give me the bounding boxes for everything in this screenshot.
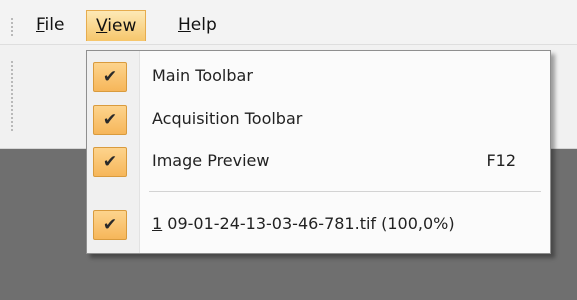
toolbar-grip[interactable] bbox=[11, 61, 13, 131]
menu-help-label: elp bbox=[190, 15, 217, 35]
menu-file-label: ile bbox=[44, 15, 65, 35]
menu-help[interactable]: Help bbox=[169, 10, 226, 40]
menu-item-image-preview[interactable]: ✔ Image Preview F12 bbox=[87, 144, 550, 178]
menu-view[interactable]: View bbox=[86, 10, 147, 41]
menu-view-mnemonic: V bbox=[96, 16, 108, 36]
recent-mnemonic: 1 bbox=[152, 214, 163, 233]
checkmark-icon: ✔ bbox=[93, 210, 127, 240]
menu-item-acquisition-toolbar[interactable]: ✔ Acquisition Toolbar bbox=[87, 102, 550, 136]
recent-filename: 09-01-24-13-03-46-781.tif (100,0%) bbox=[162, 214, 455, 233]
checkmark-icon: ✔ bbox=[93, 105, 127, 135]
menu-item-label: Main Toolbar bbox=[152, 66, 253, 85]
menubar-grip[interactable] bbox=[11, 18, 13, 38]
menu-item-label: 1 09-01-24-13-03-46-781.tif (100,0%) bbox=[152, 213, 455, 235]
menu-view-label: iew bbox=[107, 16, 137, 36]
menu-separator bbox=[149, 191, 541, 192]
view-menu-dropdown: ✔ Main Toolbar ✔ Acquisition Toolbar ✔ I… bbox=[86, 50, 551, 254]
menu-help-mnemonic: H bbox=[178, 15, 191, 35]
menu-item-main-toolbar[interactable]: ✔ Main Toolbar bbox=[87, 59, 550, 93]
menu-item-label: Image Preview bbox=[152, 151, 270, 170]
shortcut-label: F12 bbox=[486, 151, 516, 170]
checkmark-icon: ✔ bbox=[93, 62, 127, 92]
menu-item-label: Acquisition Toolbar bbox=[152, 109, 303, 128]
menu-file[interactable]: File bbox=[27, 10, 73, 40]
menu-bar: File View Help bbox=[0, 0, 577, 45]
checkmark-icon: ✔ bbox=[93, 147, 127, 177]
menu-file-mnemonic: F bbox=[36, 15, 45, 35]
menu-item-recent-image[interactable]: ✔ 1 09-01-24-13-03-46-781.tif (100,0%) bbox=[87, 207, 550, 241]
